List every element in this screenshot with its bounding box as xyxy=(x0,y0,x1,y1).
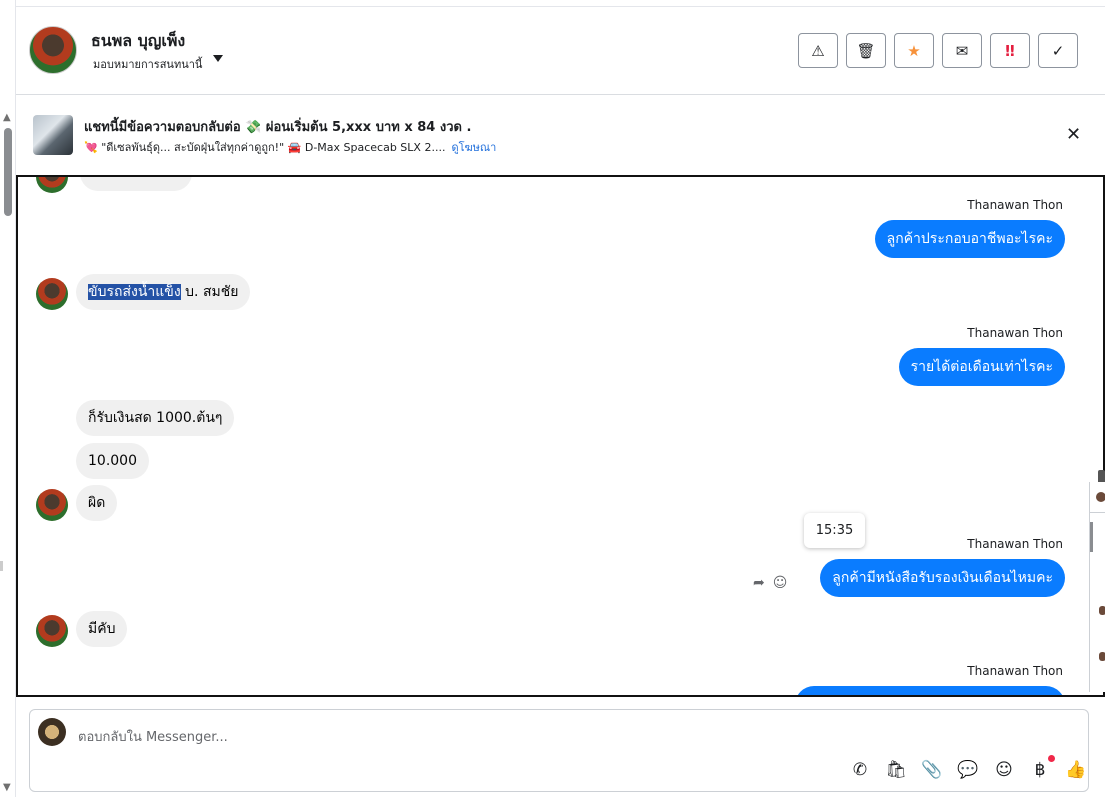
scroll-thumb[interactable] xyxy=(4,128,12,216)
sender-name: Thanawan Thon xyxy=(967,537,1063,551)
trash-icon: 🗑 xyxy=(856,41,876,60)
react-emoji-icon[interactable]: ☺ xyxy=(773,575,788,591)
avatar xyxy=(1099,652,1105,661)
message-text: บ. สมชัย xyxy=(180,284,239,300)
outgoing-message[interactable]: ลูกค้ามีหนังสือรับรองเงินเดือนไหมคะ xyxy=(820,559,1065,597)
checkmark-icon: ✓ xyxy=(1051,41,1065,60)
scroll-thumb[interactable] xyxy=(1090,522,1093,552)
header-actions: ⚠ 🗑 ★ ✉ ‼ ✓ xyxy=(798,33,1078,68)
envelope-open-icon: ✉ xyxy=(955,41,969,60)
mark-unread-button[interactable]: ✉ xyxy=(942,33,982,68)
incoming-message[interactable]: 10.000 xyxy=(76,443,149,479)
delete-button[interactable]: 🗑 xyxy=(846,33,886,68)
incoming-message[interactable]: มีคับ xyxy=(76,611,128,647)
message-bubble-partial[interactable] xyxy=(80,177,192,191)
star-icon: ★ xyxy=(907,41,921,60)
contact-avatar-small[interactable] xyxy=(36,489,68,521)
reply-icon[interactable]: ➦ xyxy=(753,575,765,591)
message-thread[interactable]: Thanawan Thon ลูกค้าประกอบอาชีพอะไรคะ ขั… xyxy=(16,175,1105,697)
incoming-message[interactable]: ขับรถส่งน้ำแข็ง บ. สมชัย xyxy=(76,274,251,310)
like-icon[interactable]: 👍 xyxy=(1064,758,1088,782)
composer-toolbar: ✆ 🛍 📎 💬 ☺ ฿ 👍 xyxy=(848,755,1088,782)
scroll-down-arrow-icon[interactable]: ▼ xyxy=(3,782,11,793)
sender-name: Thanawan Thon xyxy=(967,198,1063,212)
chevron-down-icon[interactable] xyxy=(213,55,223,62)
warning-icon: ⚠ xyxy=(811,41,825,60)
scroll-up-arrow-icon[interactable]: ▲ xyxy=(3,112,11,123)
ad-thumbnail[interactable] xyxy=(33,115,73,155)
contact-name[interactable]: ธนพล บุญเพ็ง xyxy=(91,29,185,54)
reply-composer: ตอบกลับใน Messenger... ✆ 🛍 📎 💬 ☺ ฿ 👍 xyxy=(29,709,1089,792)
notification-dot xyxy=(1048,755,1055,762)
ad-subtitle-text: 💘 "ดีเซลพันธุ์ดุ... สะบัดฝุ่นใส่ทุกค่าดู… xyxy=(84,141,446,154)
edge-marker xyxy=(0,561,3,571)
selected-text: ขับรถส่งน้ำแข็ง xyxy=(88,284,181,300)
star-button[interactable]: ★ xyxy=(894,33,934,68)
outgoing-message[interactable]: รายได้ต่อเดือนเท่าไรคะ xyxy=(898,348,1065,386)
double-exclamation-icon: ‼ xyxy=(1005,41,1015,60)
contact-avatar[interactable] xyxy=(29,26,77,74)
reply-input[interactable]: ตอบกลับใน Messenger... xyxy=(78,726,228,747)
contact-avatar-small[interactable] xyxy=(36,615,68,647)
ad-subtitle: 💘 "ดีเซลพันธุ์ดุ... สะบัดฝุ่นใส่ทุกค่าดู… xyxy=(84,138,496,156)
close-icon[interactable]: ✕ xyxy=(1066,124,1081,145)
sender-name: Thanawan Thon xyxy=(967,326,1063,340)
avatar xyxy=(1099,606,1105,615)
saved-replies-icon[interactable]: 💬 xyxy=(956,758,980,782)
paperclip-icon[interactable]: 📎 xyxy=(920,758,944,782)
view-ad-link[interactable]: ดูโฆษณา xyxy=(451,141,496,154)
emoji-icon[interactable]: ☺ xyxy=(992,758,1016,782)
incoming-message[interactable]: ผิด xyxy=(76,485,118,521)
contact-avatar-small xyxy=(36,177,68,193)
contact-avatar-small[interactable] xyxy=(36,278,68,310)
mark-done-button[interactable]: ✓ xyxy=(1038,33,1078,68)
assign-conversation-label[interactable]: มอบหมายการสนทนานี้ xyxy=(93,55,202,73)
shopping-bag-icon[interactable]: 🛍 xyxy=(884,758,908,782)
payment-icon[interactable]: ฿ xyxy=(1028,755,1055,782)
left-scrollbar[interactable]: ▲ ▼ xyxy=(0,0,16,797)
avatar xyxy=(1096,492,1105,502)
ad-banner: แชทนี้มีข้อความตอบกลับต่อ 💸 ผ่อนเริ่มต้น… xyxy=(16,96,1105,174)
important-button[interactable]: ‼ xyxy=(990,33,1030,68)
outgoing-message-partial[interactable] xyxy=(795,686,1065,695)
page-avatar xyxy=(38,718,66,746)
conversation-header: ธนพล บุญเพ็ง มอบหมายการสนทนานี้ ⚠ 🗑 ★ ✉ … xyxy=(16,7,1105,95)
side-panel-edge[interactable] xyxy=(1089,482,1105,692)
baht-icon: ฿ xyxy=(1034,760,1046,780)
divider xyxy=(1090,512,1105,513)
messenger-inbox: ▲ ▼ ธนพล บุญเพ็ง มอบหมายการสนทนานี้ ⚠ 🗑 … xyxy=(0,0,1105,797)
timestamp-tooltip: 15:35 xyxy=(804,513,865,548)
sender-name: Thanawan Thon xyxy=(967,664,1063,678)
spam-button[interactable]: ⚠ xyxy=(798,33,838,68)
ad-title: แชทนี้มีข้อความตอบกลับต่อ 💸 ผ่อนเริ่มต้น… xyxy=(84,120,472,135)
message-actions: ➦ ☺ xyxy=(753,575,787,591)
outgoing-message[interactable]: ลูกค้าประกอบอาชีพอะไรคะ xyxy=(874,220,1065,258)
call-icon[interactable]: ✆ xyxy=(848,758,872,782)
incoming-message[interactable]: ก็รับเงินสด 1000.ต้นๆ xyxy=(76,400,235,436)
